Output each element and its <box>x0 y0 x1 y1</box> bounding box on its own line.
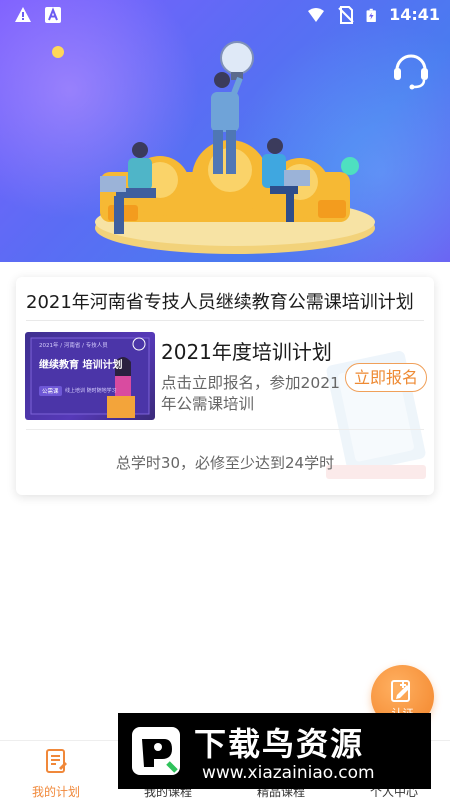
plan-doc-icon <box>46 749 67 773</box>
plan-description: 点击立即报名，参加2021年公需课培训 <box>161 374 340 413</box>
hero-banner: 14:41 <box>0 0 450 262</box>
nav-my-plan[interactable]: 我的计划 <box>0 741 112 800</box>
watermark-url: www.xiazainiao.com <box>202 763 375 783</box>
no-sim-icon <box>338 5 354 24</box>
thumb-top-line: 2021年 / 河南省 / 专技人员 <box>39 343 108 349</box>
hero-illustration <box>52 41 375 254</box>
thumb-footer-text: 线上培训 随时随地学习 <box>65 388 117 394</box>
thumb-main-text: 继续教育 培训计划 <box>39 360 123 371</box>
battery-charging-icon <box>366 8 376 22</box>
plan-name[interactable]: 2021年度培训计划 <box>161 336 332 365</box>
plan-card: 2021年河南省专技人员继续教育公需课培训计划 2021年 / 河南省 / 专技… <box>16 277 434 495</box>
plan-thumbnail[interactable]: 2021年 / 河南省 / 专技人员 继续教育 培训计划 公需课 线上培训 随时… <box>25 332 155 420</box>
app-screen: 14:41 2021年河南省专技人员继续教育公需课培训计划 2021年 / 河南… <box>0 0 450 800</box>
thumb-badge: 公需课 <box>39 386 62 396</box>
nav-label: 我的计划 <box>31 785 80 799</box>
plan-card-title: 2021年河南省专技人员继续教育公需课培训计划 <box>26 292 414 313</box>
divider <box>26 320 424 321</box>
bird-logo-icon <box>132 727 180 775</box>
watermark-overlay: 下载鸟资源 www.xiazainiao.com <box>118 713 431 789</box>
status-bar: 14:41 <box>0 0 450 32</box>
wifi-icon <box>308 7 325 22</box>
signup-button[interactable]: 立即报名 <box>345 363 427 392</box>
divider <box>26 429 424 430</box>
warning-icon <box>15 7 31 22</box>
credit-hours-text: 总学时30，必修至少达到24学时 <box>115 454 335 472</box>
a-badge-icon <box>45 7 61 23</box>
status-time: 14:41 <box>389 5 440 24</box>
headset-icon[interactable] <box>390 48 432 90</box>
watermark-title: 下载鸟资源 <box>194 725 365 763</box>
edit-plus-icon <box>391 680 410 702</box>
